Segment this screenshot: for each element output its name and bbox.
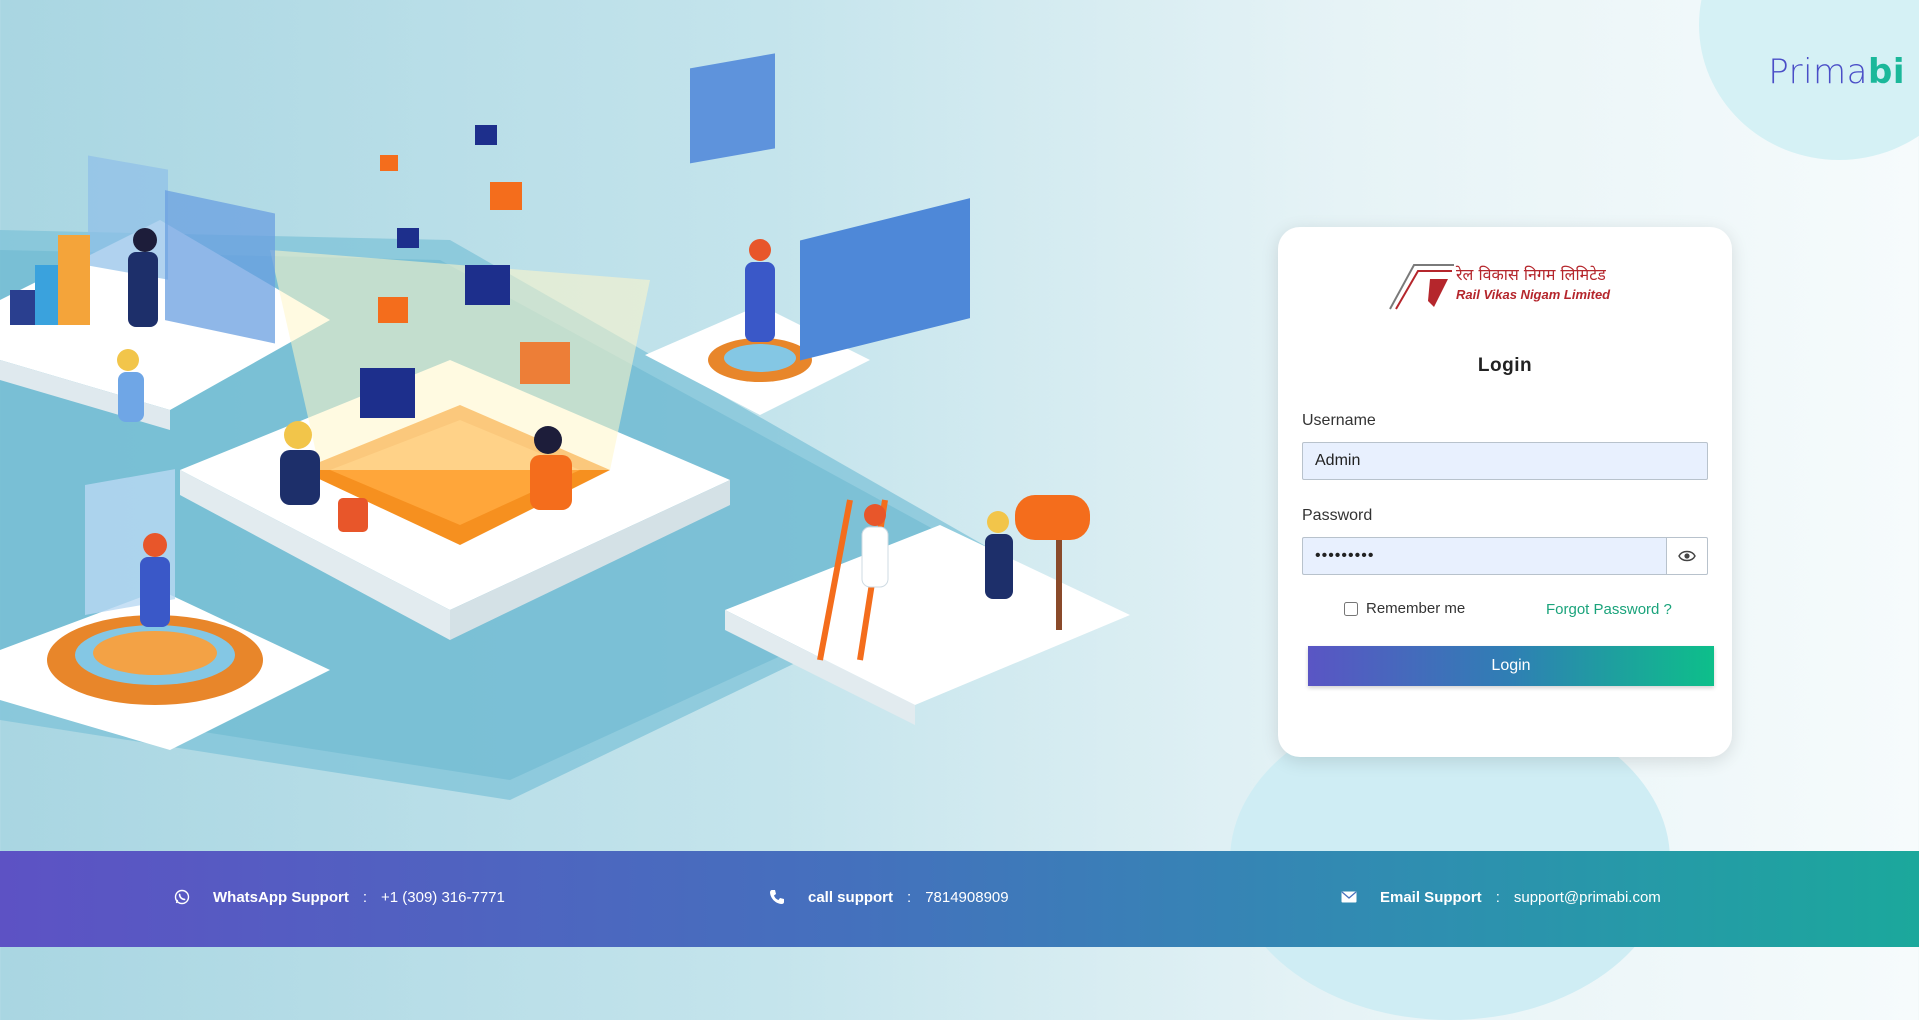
organization-name-hindi: रेल विकास निगम लिमिटेड (1456, 265, 1606, 284)
call-support-label: call support (808, 888, 894, 906)
call-separator: : (907, 888, 912, 906)
whatsapp-icon (173, 888, 191, 906)
login-card: रेल विकास निगम लिमिटेड Rail Vikas Nigam … (1278, 227, 1732, 757)
username-label: Username (1302, 412, 1376, 429)
organization-logo: रेल विकास निगम लिमिटेड Rail Vikas Nigam … (1388, 261, 1628, 311)
brand-logo: Primabi (1768, 52, 1905, 92)
email-support: Email Support : support@primabi.com (1340, 888, 1661, 906)
envelope-icon (1340, 888, 1358, 906)
forgot-password-link[interactable]: Forgot Password ? (1546, 601, 1672, 618)
email-address[interactable]: support@primabi.com (1514, 889, 1661, 906)
username-input[interactable] (1302, 442, 1708, 480)
brand-name-part1: Prima (1768, 52, 1868, 92)
rvnl-logo-icon (1389, 264, 1454, 310)
whatsapp-number[interactable]: +1 (309) 316-7771 (381, 889, 505, 906)
login-title: Login (1477, 355, 1533, 376)
remember-me-checkbox[interactable] (1344, 601, 1358, 616)
whatsapp-support-label: WhatsApp Support (213, 888, 349, 906)
password-input[interactable] (1302, 537, 1667, 575)
password-label: Password (1302, 507, 1373, 524)
whatsapp-separator: : (362, 888, 367, 906)
phone-icon (768, 888, 786, 906)
login-button[interactable]: Login (1308, 646, 1714, 686)
whatsapp-support: WhatsApp Support : +1 (309) 316-7771 (173, 888, 505, 906)
email-separator: : (1495, 888, 1500, 906)
remember-me[interactable]: Remember me (1344, 600, 1465, 617)
support-footer: WhatsApp Support : +1 (309) 316-7771 cal… (0, 851, 1919, 947)
call-number[interactable]: 7814908909 (925, 889, 1008, 906)
hero-illustration (0, 53, 1130, 800)
call-support: call support : 7814908909 (768, 888, 1009, 906)
brand-name-part2: bi (1868, 52, 1905, 92)
show-password-button[interactable] (1666, 537, 1708, 575)
email-support-label: Email Support (1380, 888, 1482, 906)
organization-name-english: Rail Vikas Nigam Limited (1456, 287, 1611, 302)
eye-icon (1678, 550, 1696, 562)
remember-me-label: Remember me (1366, 600, 1466, 617)
